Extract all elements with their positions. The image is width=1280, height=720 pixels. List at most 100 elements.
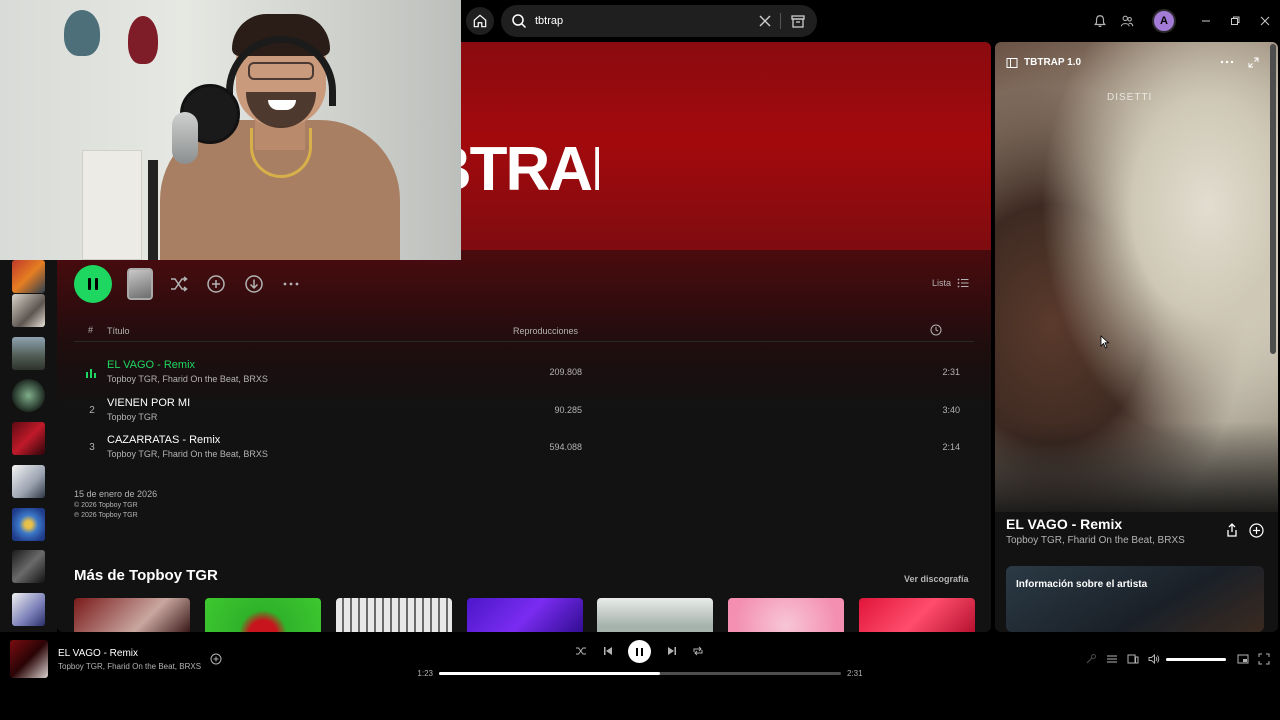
library-item[interactable] (12, 422, 45, 455)
album-card[interactable] (467, 598, 583, 632)
album-card[interactable] (859, 598, 975, 632)
home-button[interactable] (466, 7, 494, 35)
track-title[interactable]: CAZARRATAS - Remix (107, 434, 220, 446)
webcam-overlay (0, 0, 461, 260)
mic-stand (148, 160, 158, 260)
search-box[interactable] (501, 5, 817, 37)
more-options-icon[interactable] (281, 274, 301, 294)
track-duration: 3:40 (942, 405, 960, 415)
release-date: 15 de enero de 2026 (74, 489, 158, 499)
shuffle-icon[interactable] (575, 645, 587, 657)
volume-icon[interactable] (1148, 653, 1160, 665)
minimize-icon[interactable] (1200, 15, 1212, 27)
previous-icon[interactable] (602, 645, 614, 657)
more-by-artist-heading[interactable]: Más de Topboy TGR (74, 567, 218, 584)
track-title[interactable]: EL VAGO - Remix (107, 359, 195, 371)
microphone (172, 112, 198, 164)
bell-icon[interactable] (1093, 14, 1107, 28)
list-view-icon[interactable] (957, 277, 969, 289)
shuffle-icon[interactable] (169, 274, 189, 294)
album-card[interactable] (728, 598, 844, 632)
volume-slider[interactable] (1166, 658, 1226, 661)
canvas-fade (995, 422, 1278, 522)
panel-title[interactable]: TBTRAP 1.0 (1024, 57, 1081, 68)
track-duration: 2:31 (942, 367, 960, 377)
now-playing-cover[interactable] (10, 640, 48, 678)
track-plays: 209.808 (549, 367, 582, 377)
more-options-icon[interactable] (1219, 56, 1235, 68)
now-playing-artists[interactable]: Topboy TGR, Fharid On the Beat, BRXS (1006, 535, 1185, 546)
tracklist-header: # Título Reproducciones (74, 322, 974, 342)
add-to-library-icon[interactable] (1249, 523, 1264, 538)
lyrics-icon[interactable] (1085, 653, 1097, 665)
track-row[interactable]: 2 VIENEN POR MI Topboy TGR 90.285 3:40 (74, 392, 974, 428)
connect-device-icon[interactable] (1127, 653, 1139, 665)
column-title: Título (107, 326, 130, 336)
track-plays: 90.285 (554, 405, 582, 415)
album-title: TBTRAP 1.0 (459, 134, 599, 205)
progress-bar[interactable] (439, 672, 841, 675)
search-icon (512, 14, 527, 29)
next-icon[interactable] (666, 645, 678, 657)
panel-scrollbar[interactable] (1270, 44, 1276, 354)
album-card[interactable] (74, 598, 190, 632)
download-icon[interactable] (244, 274, 264, 294)
friends-activity-icon[interactable] (1120, 14, 1134, 28)
view-mode-label[interactable]: Lista (932, 278, 951, 288)
library-item[interactable] (12, 294, 45, 327)
album-card[interactable] (205, 598, 321, 632)
miniplayer-icon[interactable] (1237, 653, 1249, 665)
window-close-icon[interactable] (1259, 15, 1271, 27)
track-title[interactable]: VIENEN POR MI (107, 397, 190, 409)
avatar[interactable]: A (1152, 9, 1176, 33)
expand-icon[interactable] (1248, 57, 1259, 68)
queue-icon[interactable] (1106, 653, 1118, 665)
panel-toggle-icon[interactable] (1006, 57, 1018, 69)
library-item[interactable] (12, 508, 45, 541)
album-title-text: TBTRAP 1.0 (459, 135, 599, 204)
library-item[interactable] (12, 260, 45, 293)
track-row[interactable]: EL VAGO - Remix Topboy TGR, Fharid On th… (74, 354, 974, 390)
track-artists[interactable]: Topboy TGR (107, 412, 157, 422)
fullscreen-icon[interactable] (1258, 653, 1270, 665)
library-item[interactable] (12, 593, 45, 626)
pause-button[interactable] (74, 265, 112, 303)
pause-icon (95, 278, 98, 290)
search-input[interactable] (535, 15, 735, 27)
now-playing-title[interactable]: EL VAGO - Remix (1006, 516, 1122, 532)
library-item[interactable] (12, 337, 45, 370)
home-icon (473, 14, 487, 28)
track-number: 3 (89, 442, 95, 453)
clock-icon (930, 324, 942, 336)
track-row[interactable]: 3 CAZARRATAS - Remix Topboy TGR, Fharid … (74, 429, 974, 465)
album-card[interactable] (597, 598, 713, 632)
share-icon[interactable] (1225, 523, 1239, 537)
progress-fill (439, 672, 661, 675)
now-playing-panel: TBTRAP 1.0 DISETTI EL VAGO - Remix Topbo… (995, 42, 1278, 632)
player-pause-button[interactable] (628, 640, 651, 663)
library-item[interactable] (12, 379, 45, 412)
repeat-icon[interactable] (692, 645, 704, 657)
column-number: # (88, 325, 94, 335)
pause-icon (636, 647, 638, 656)
artist-info-card[interactable]: Información sobre el artista (1006, 566, 1264, 632)
pause-icon (88, 278, 91, 290)
player-track-title[interactable]: EL VAGO - Remix (58, 648, 138, 659)
add-to-library-icon[interactable] (210, 653, 222, 665)
album-card[interactable] (336, 598, 452, 632)
album-cover-button[interactable] (127, 268, 153, 300)
close-icon[interactable] (757, 13, 773, 29)
add-to-library-icon[interactable] (206, 274, 226, 294)
see-discography-link[interactable]: Ver discografía (904, 574, 969, 584)
artist-info-label: Información sobre el artista (1016, 579, 1148, 590)
restore-icon[interactable] (1229, 15, 1241, 27)
browse-icon[interactable] (790, 13, 806, 29)
elapsed-time: 1:23 (417, 669, 433, 678)
track-artists[interactable]: Topboy TGR, Fharid On the Beat, BRXS (107, 449, 268, 459)
library-item[interactable] (12, 550, 45, 583)
player-track-artists[interactable]: Topboy TGR, Fharid On the Beat, BRXS (58, 662, 201, 671)
mouse-cursor-icon (1100, 335, 1110, 349)
library-item[interactable] (12, 465, 45, 498)
track-artists[interactable]: Topboy TGR, Fharid On the Beat, BRXS (107, 374, 268, 384)
wall-cap-blue (64, 10, 100, 56)
